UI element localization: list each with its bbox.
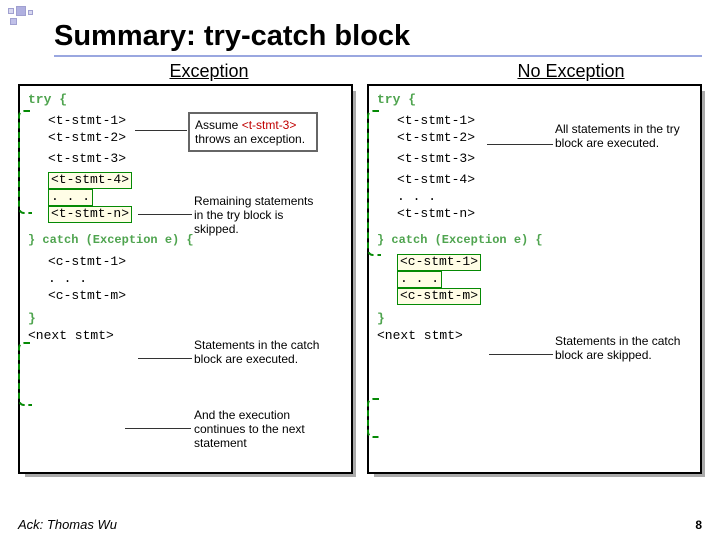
title-block: Summary: try-catch block xyxy=(18,20,702,57)
code-cm-boxed-r: <c-stmt-m> xyxy=(397,288,481,305)
code-dots-boxed: . . . xyxy=(48,189,93,206)
code-dots-r: . . . xyxy=(377,189,533,206)
callout-all-exec: All statements in the try block are exec… xyxy=(555,122,685,150)
code-c1: <c-stmt-1> xyxy=(28,254,184,271)
connector-assume xyxy=(135,130,187,131)
callout-assume-post: throws an exception. xyxy=(195,132,305,146)
callout-catch-skip: Statements in the catch block are skippe… xyxy=(555,334,685,362)
code-c1-boxed-r: <c-stmt-1> xyxy=(397,254,481,271)
panel-no-exception: try { <t-stmt-1> <t-stmt-2> <t-stmt-3> <… xyxy=(367,84,702,474)
code-cm: <c-stmt-m> xyxy=(28,288,184,305)
code-cdots-boxed-r: . . . xyxy=(397,271,442,288)
code-tn-boxed: <t-stmt-n> xyxy=(48,206,132,223)
callout-assume-ref: <t-stmt-3> xyxy=(242,118,297,132)
heading-exception: Exception xyxy=(18,61,340,82)
acknowledgement: Ack: Thomas Wu xyxy=(18,517,117,532)
code-t4-r: <t-stmt-4> xyxy=(377,172,533,189)
code-catch-r: } catch (Exception e) { xyxy=(377,233,533,249)
heading-no-exception: No Exception xyxy=(340,61,702,82)
code-t1: <t-stmt-1> xyxy=(28,113,184,130)
code-catch: } catch (Exception e) { xyxy=(28,233,184,249)
code-t1-r: <t-stmt-1> xyxy=(377,113,533,130)
code-close-r: } xyxy=(377,311,533,328)
connector-continue xyxy=(125,428,191,429)
slide-title: Summary: try-catch block xyxy=(54,20,702,53)
code-t2: <t-stmt-2> xyxy=(28,130,184,147)
code-next-r: <next stmt> xyxy=(377,328,533,345)
connector-catch-exec xyxy=(138,358,192,359)
code-try-r: try { xyxy=(377,92,533,109)
code-t3-r: <t-stmt-3> xyxy=(377,151,533,168)
callout-continue: And the execution continues to the next … xyxy=(194,408,334,450)
code-close: } xyxy=(28,311,184,328)
code-t3: <t-stmt-3> xyxy=(28,151,184,168)
connector-catch-skip xyxy=(489,354,553,355)
callout-assume: Assume <t-stmt-3> throws an exception. xyxy=(188,112,318,152)
panel-exception: try { <t-stmt-1> <t-stmt-2> <t-stmt-3> <… xyxy=(18,84,353,474)
code-tn-r: <t-stmt-n> xyxy=(377,206,533,223)
code-t4-boxed: <t-stmt-4> xyxy=(48,172,132,189)
code-cdots: . . . xyxy=(28,271,184,288)
connector-all-exec xyxy=(487,144,553,145)
connector-remaining xyxy=(138,214,192,215)
callout-remaining: Remaining statements in the try block is… xyxy=(194,194,324,236)
corner-decoration xyxy=(6,6,46,28)
callout-assume-pre: Assume xyxy=(195,118,242,132)
callout-catch-exec: Statements in the catch block are execut… xyxy=(194,338,324,366)
code-next: <next stmt> xyxy=(28,328,184,345)
code-try: try { xyxy=(28,92,184,109)
page-number: 8 xyxy=(695,518,702,532)
